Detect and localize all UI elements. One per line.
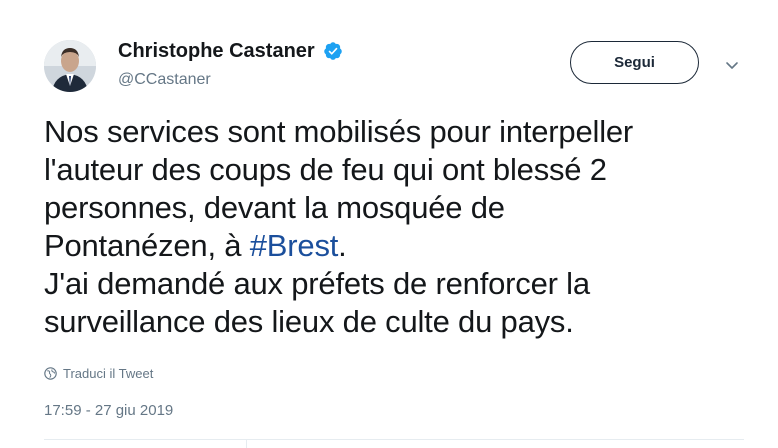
tweet-line: J'ai demandé aux préfets de renforcer la: [44, 266, 590, 301]
author-name-row[interactable]: Christophe Castaner: [118, 39, 343, 63]
tweet-line: Nos services sont mobilisés pour interpe…: [44, 114, 634, 149]
avatar[interactable]: [44, 40, 96, 92]
avatar-photo: [44, 40, 96, 92]
divider: [246, 440, 247, 448]
author-display-name[interactable]: Christophe Castaner: [118, 39, 315, 63]
tweet-line-with-hashtag: Pontanézen, à #Brest.: [44, 227, 744, 265]
tweet-line: personnes, devant la mosquée de: [44, 190, 505, 225]
tweet-text: Nos services sont mobilisés pour interpe…: [44, 113, 744, 341]
follow-button[interactable]: Segui: [570, 41, 699, 84]
hashtag-link[interactable]: #Brest: [250, 228, 339, 263]
translate-tweet-link[interactable]: Traduci il Tweet: [44, 366, 153, 381]
tweet-timestamp[interactable]: 17:59 - 27 giu 2019: [44, 402, 173, 419]
globe-icon: [44, 367, 57, 380]
translate-tweet-label[interactable]: Traduci il Tweet: [63, 366, 153, 381]
chevron-down-icon[interactable]: [724, 57, 740, 73]
tweet-line-prefix: Pontanézen, à: [44, 228, 250, 263]
tweet-line: l'auteur des coups de feu qui ont blessé…: [44, 152, 607, 187]
verified-badge-icon: [323, 42, 342, 60]
tweet-line-suffix: .: [338, 228, 347, 263]
divider: [44, 439, 744, 440]
tweet-line: surveillance des lieux de culte du pays.: [44, 304, 574, 339]
author-handle[interactable]: @CCastaner: [118, 70, 211, 90]
